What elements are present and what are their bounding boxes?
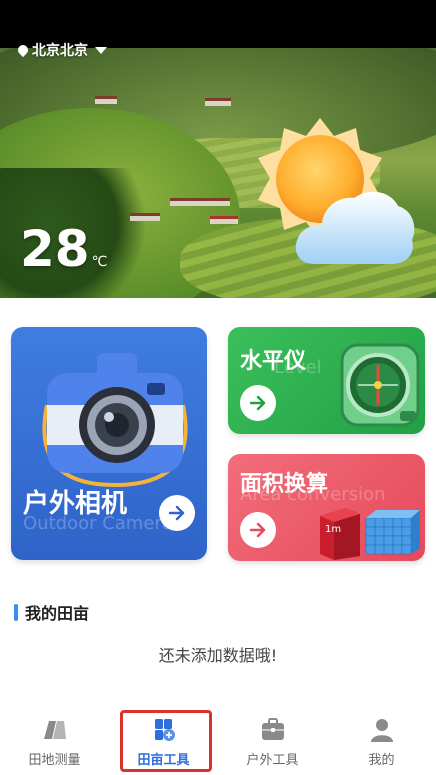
area-go-button[interactable]: [240, 512, 276, 548]
level-title: 水平仪: [240, 349, 307, 374]
sun-behind-cloud-icon: [252, 110, 422, 280]
my-fields-title: 我的田亩: [25, 604, 90, 623]
tab-field-measure[interactable]: 田地测量: [0, 705, 109, 775]
level-meter-icon: [340, 343, 420, 427]
app-screen: 北京北京 28 ℃ Outdoor Camera 户外相机 Level 水平仪 …: [0, 0, 436, 775]
tab-label: 我的: [368, 753, 395, 768]
tab-me[interactable]: 我的: [327, 705, 436, 775]
tab-outdoor-tools[interactable]: 户外工具: [218, 705, 327, 775]
arrow-right-icon: [168, 505, 185, 521]
tab-label: 田亩工具: [137, 753, 190, 768]
arrow-right-icon: [249, 395, 266, 411]
field-map-icon: [43, 721, 66, 739]
empty-state-message: 还未添加数据哦!: [158, 646, 278, 665]
temperature-display: 28 ℃: [20, 222, 107, 276]
location-label: 北京北京: [32, 43, 88, 59]
my-fields-header: 我的田亩: [14, 600, 89, 624]
temperature-value: 28: [20, 220, 90, 278]
section-accent-bar: [14, 603, 18, 621]
chevron-down-icon: [95, 46, 107, 54]
level-go-button[interactable]: [240, 385, 276, 421]
bottom-tab-bar: 田地测量 田亩工具 户外工具 我的: [0, 705, 436, 775]
farmhouse: [130, 213, 160, 221]
area-title: 面积换算: [240, 472, 329, 497]
location-pin-icon: [15, 42, 31, 58]
arrow-right-icon: [249, 522, 266, 538]
field-tools-icon: [154, 719, 175, 741]
person-icon: [370, 719, 393, 742]
farmhouse: [170, 198, 230, 206]
tab-label: 田地测量: [28, 753, 81, 768]
camera-go-button[interactable]: [159, 495, 195, 531]
camera-title: 户外相机: [23, 489, 128, 519]
toolbox-icon: [261, 718, 284, 740]
cube-size-label: 1m: [325, 524, 342, 535]
camera-icon: [42, 353, 188, 488]
tab-field-tools[interactable]: 田亩工具: [109, 705, 218, 775]
outdoor-camera-card[interactable]: Outdoor Camera 户外相机: [11, 327, 207, 560]
area-conversion-card[interactable]: Area conversion 面积换算 1m: [228, 454, 425, 561]
farmhouse: [95, 96, 117, 104]
farmhouse: [205, 98, 231, 106]
cloud-icon: [295, 191, 415, 264]
level-card[interactable]: Level 水平仪: [228, 327, 425, 434]
temperature-unit: ℃: [91, 254, 108, 270]
tab-label: 户外工具: [246, 753, 299, 768]
location-selector[interactable]: 北京北京: [15, 40, 107, 60]
farmhouse: [210, 216, 238, 224]
